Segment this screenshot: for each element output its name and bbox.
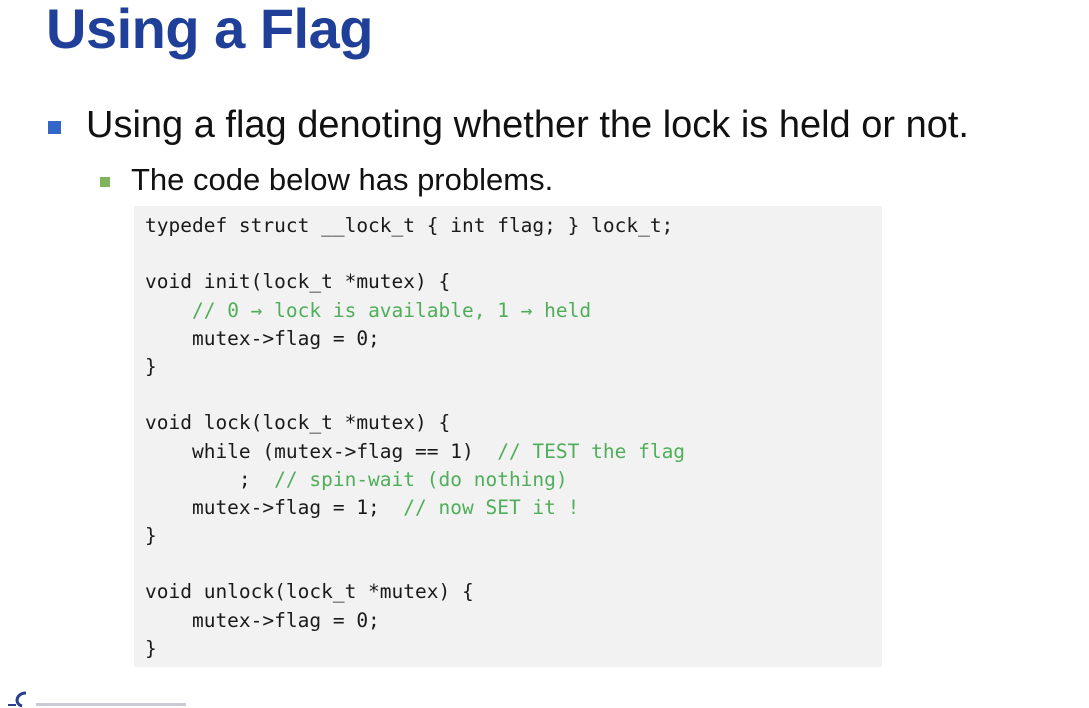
code-comment: // now SET it ! bbox=[403, 495, 580, 519]
code-text: typedef struct __lock_t { int flag; } lo… bbox=[145, 214, 674, 237]
code-text: } bbox=[145, 354, 157, 378]
code-line: } bbox=[145, 635, 882, 663]
code-comment: // 0 → lock is available, 1 → held bbox=[191, 298, 592, 322]
code-line: mutex->flag = 0; bbox=[145, 325, 882, 353]
code-line: } bbox=[145, 353, 882, 381]
code-line: // 0 → lock is available, 1 → held bbox=[145, 297, 882, 325]
code-text: } bbox=[145, 636, 157, 660]
square-bullet-icon bbox=[100, 177, 110, 187]
code-text: } bbox=[145, 524, 157, 548]
code-line: ; // spin-wait (do nothing) bbox=[145, 466, 882, 494]
code-line: void init(lock_t *mutex) { bbox=[145, 268, 882, 296]
footer-logo bbox=[8, 690, 198, 708]
slide-title: Using a Flag bbox=[46, 0, 373, 60]
code-line: typedef struct __lock_t { int flag; } lo… bbox=[145, 212, 882, 240]
bullet-text: Using a flag denoting whether the lock i… bbox=[86, 103, 969, 146]
sub-bullet-text: The code below has problems. bbox=[131, 162, 554, 197]
code-line: } bbox=[145, 522, 882, 550]
publisher-logo-icon bbox=[8, 691, 186, 708]
code-text: void lock(lock_t *mutex) { bbox=[145, 411, 451, 435]
code-comment: // spin-wait (do nothing) bbox=[274, 467, 568, 491]
code-text: mutex->flag = 1; bbox=[145, 495, 404, 519]
code-text: void init(lock_t *mutex) { bbox=[145, 270, 451, 294]
code-block: typedef struct __lock_t { int flag; } lo… bbox=[134, 206, 882, 667]
code-line: while (mutex->flag == 1) // TEST the fla… bbox=[145, 438, 882, 466]
code-text: while (mutex->flag == 1) bbox=[145, 439, 498, 463]
code-line: mutex->flag = 1; // now SET it ! bbox=[145, 494, 882, 522]
code-comment: // TEST the flag bbox=[497, 439, 686, 463]
code-line: mutex->flag = 0; bbox=[145, 607, 882, 635]
code-line: void lock(lock_t *mutex) { bbox=[145, 409, 882, 437]
code-text: ; bbox=[145, 467, 275, 491]
square-bullet-icon bbox=[48, 120, 61, 134]
bullet-level-2: The code below has problems. bbox=[100, 160, 553, 200]
code-line: void unlock(lock_t *mutex) { bbox=[145, 578, 882, 606]
bullet-level-1: Using a flag denoting whether the lock i… bbox=[48, 100, 969, 150]
code-text: void unlock(lock_t *mutex) { bbox=[145, 580, 474, 604]
code-text: mutex->flag = 0; bbox=[145, 326, 380, 350]
code-text: mutex->flag = 0; bbox=[145, 608, 380, 632]
